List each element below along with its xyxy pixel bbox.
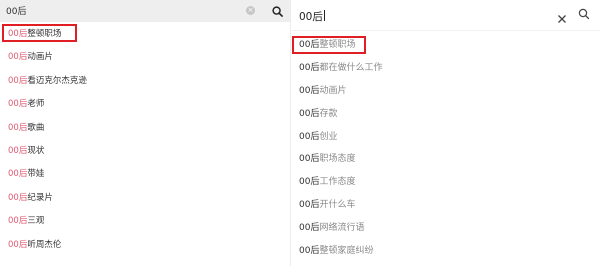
left-search-panel: 00后 × 00后整顿职场 00后动画片 00后看迈克尔杰克逊 00后老师 00… xyxy=(0,0,290,266)
suggestion-text: 存款 xyxy=(319,108,338,119)
suggestion-item[interactable]: 00后开什么车 xyxy=(292,196,600,219)
suggestion-item[interactable]: 00后动画片 xyxy=(292,82,600,105)
suggestion-text: 整顿家庭纠纷 xyxy=(319,246,374,257)
suggestion-item[interactable]: 00后老师 xyxy=(0,96,290,119)
right-search-bar: 00后 xyxy=(292,0,600,31)
search-icon[interactable] xyxy=(578,8,590,20)
highlight-annotation-box xyxy=(2,24,77,42)
panel-divider xyxy=(290,0,291,266)
suggestion-item[interactable]: 00后整顿家庭纠纷 xyxy=(292,242,600,265)
right-search-panel: 00后 00后整顿职场 00后都在做什么工作 00后动画片 00后存款 00后创… xyxy=(292,0,600,266)
suggestion-item[interactable]: 00后职场态度 xyxy=(292,150,600,173)
suggestion-item[interactable]: 00后歌曲 xyxy=(0,120,290,143)
suggestion-text: 动画片 xyxy=(319,85,347,96)
suggestion-item[interactable]: 00后动画片 xyxy=(0,49,290,72)
suggestion-prefix: 00后 xyxy=(299,154,320,165)
suggestion-prefix: 00后 xyxy=(8,122,28,133)
suggestion-prefix: 00后 xyxy=(299,85,320,96)
suggestion-text: 网络流行语 xyxy=(319,223,365,234)
suggestion-prefix: 00后 xyxy=(8,169,28,180)
suggestion-text: 带娃 xyxy=(27,169,45,180)
suggestion-text: 现状 xyxy=(27,145,45,156)
suggestion-text: 都在做什么工作 xyxy=(319,62,383,73)
suggestion-item[interactable]: 00后看迈克尔杰克逊 xyxy=(0,73,290,96)
suggestion-prefix: 00后 xyxy=(299,246,320,257)
suggestion-prefix: 00后 xyxy=(299,223,320,234)
suggestion-prefix: 00后 xyxy=(299,108,320,119)
left-suggestion-list: 00后整顿职场 00后动画片 00后看迈克尔杰克逊 00后老师 00后歌曲 00… xyxy=(0,26,290,260)
suggestion-prefix: 00后 xyxy=(8,216,28,227)
suggestion-text: 职场态度 xyxy=(319,154,356,165)
suggestion-item[interactable]: 00后纪录片 xyxy=(0,190,290,213)
right-search-input[interactable]: 00后 xyxy=(299,9,325,24)
suggestion-item[interactable]: 00后网络流行语 xyxy=(292,219,600,242)
suggestion-prefix: 00后 xyxy=(8,192,28,203)
close-icon[interactable] xyxy=(557,9,567,28)
right-suggestion-list: 00后整顿职场 00后都在做什么工作 00后动画片 00后存款 00后创业 00… xyxy=(292,36,600,265)
left-search-button[interactable] xyxy=(264,0,290,22)
left-search-input[interactable]: 00后 xyxy=(6,4,26,17)
suggestion-item[interactable]: 00后创业 xyxy=(292,128,600,151)
text-caret xyxy=(323,10,325,21)
search-icon xyxy=(271,5,283,17)
suggestion-item[interactable]: 00后带娃 xyxy=(0,166,290,189)
suggestion-prefix: 00后 xyxy=(8,52,28,63)
suggestion-prefix: 00后 xyxy=(299,200,320,211)
suggestion-item[interactable]: 00后听周杰伦 xyxy=(0,237,290,260)
suggestion-text: 开什么车 xyxy=(319,200,356,211)
suggestion-prefix: 00后 xyxy=(8,99,28,110)
suggestion-prefix: 00后 xyxy=(8,145,28,156)
suggestion-item[interactable]: 00后工作态度 xyxy=(292,173,600,196)
suggestion-text: 歌曲 xyxy=(27,122,45,133)
suggestion-text: 听周杰伦 xyxy=(27,239,62,250)
clear-circle-icon[interactable]: × xyxy=(246,6,255,15)
suggestion-prefix: 00后 xyxy=(8,239,28,250)
right-search-query-text: 00后 xyxy=(299,11,323,23)
suggestion-prefix: 00后 xyxy=(8,75,28,86)
left-search-bar[interactable]: 00后 × xyxy=(0,0,290,22)
suggestion-prefix: 00后 xyxy=(299,62,320,73)
highlight-annotation-box xyxy=(292,36,366,54)
suggestion-text: 老师 xyxy=(27,99,45,110)
suggestion-text: 工作态度 xyxy=(319,177,356,188)
suggestion-item[interactable]: 00后现状 xyxy=(0,143,290,166)
suggestion-text: 三观 xyxy=(27,216,45,227)
suggestion-item[interactable]: 00后都在做什么工作 xyxy=(292,59,600,82)
suggestion-text: 动画片 xyxy=(27,52,53,63)
suggestion-prefix: 00后 xyxy=(299,131,320,142)
suggestion-text: 看迈克尔杰克逊 xyxy=(27,75,87,86)
suggestion-item[interactable]: 00后存款 xyxy=(292,105,600,128)
suggestion-text: 创业 xyxy=(319,131,338,142)
suggestion-prefix: 00后 xyxy=(299,177,320,188)
suggestion-text: 纪录片 xyxy=(27,192,53,203)
suggestion-item[interactable]: 00后三观 xyxy=(0,213,290,236)
